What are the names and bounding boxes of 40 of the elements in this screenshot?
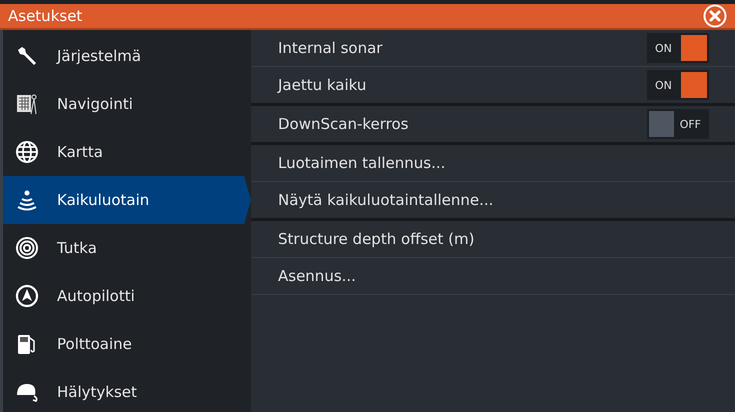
sidebar-item[interactable]: Autopilotti bbox=[3, 272, 251, 320]
sonar-icon bbox=[15, 188, 39, 212]
window-title: Asetukset bbox=[8, 7, 82, 25]
setting-label: Luotaimen tallennus... bbox=[278, 154, 446, 172]
compass-icon bbox=[15, 284, 39, 308]
setting-label: Näytä kaikuluotaintallenne... bbox=[278, 191, 494, 209]
setting-label: DownScan-kerros bbox=[278, 115, 408, 133]
toggle-state-text: OFF bbox=[678, 118, 702, 130]
setting-label: Asennus... bbox=[278, 267, 356, 285]
sidebar-item[interactable]: Hälytykset bbox=[3, 368, 251, 412]
setting-row[interactable]: DownScan-kerros OFF bbox=[251, 106, 735, 145]
setting-row[interactable]: Structure depth offset (m) bbox=[251, 221, 735, 258]
toggle-knob bbox=[681, 35, 707, 61]
setting-row[interactable]: Näytä kaikuluotaintallenne... bbox=[251, 182, 735, 221]
wrench-icon bbox=[15, 44, 39, 68]
setting-row[interactable]: Internal sonar ON bbox=[251, 30, 735, 67]
setting-row[interactable]: Asennus... bbox=[251, 258, 735, 295]
globe-icon bbox=[15, 140, 39, 164]
close-button[interactable] bbox=[703, 4, 727, 28]
sidebar-item[interactable]: Kartta bbox=[3, 128, 251, 176]
target-icon bbox=[15, 236, 39, 260]
setting-row[interactable]: Jaettu kaiku ON bbox=[251, 67, 735, 106]
setting-label: Structure depth offset (m) bbox=[278, 230, 474, 248]
toggle-knob bbox=[681, 72, 707, 98]
toggle-state-text: ON bbox=[654, 78, 673, 92]
sidebar-item[interactable]: Polttoaine bbox=[3, 320, 251, 368]
toggle-switch[interactable]: ON bbox=[647, 70, 709, 100]
toggle-knob bbox=[649, 111, 674, 137]
sidebar-item[interactable]: Kaikuluotain bbox=[3, 176, 251, 224]
close-icon bbox=[703, 4, 727, 28]
sidebar-item[interactable]: Järjestelmä bbox=[3, 32, 251, 80]
toggle-switch[interactable]: ON bbox=[647, 33, 709, 63]
sidebar-item[interactable]: Tutka bbox=[3, 224, 251, 272]
setting-label: Internal sonar bbox=[278, 39, 382, 57]
calculator-icon bbox=[15, 92, 39, 116]
toggle-switch[interactable]: OFF bbox=[647, 109, 709, 139]
setting-row[interactable]: Luotaimen tallennus... bbox=[251, 145, 735, 182]
toggle-state-text: ON bbox=[654, 42, 673, 54]
sidebar-item[interactable]: Navigointi bbox=[3, 80, 251, 128]
setting-label: Jaettu kaiku bbox=[278, 76, 366, 94]
